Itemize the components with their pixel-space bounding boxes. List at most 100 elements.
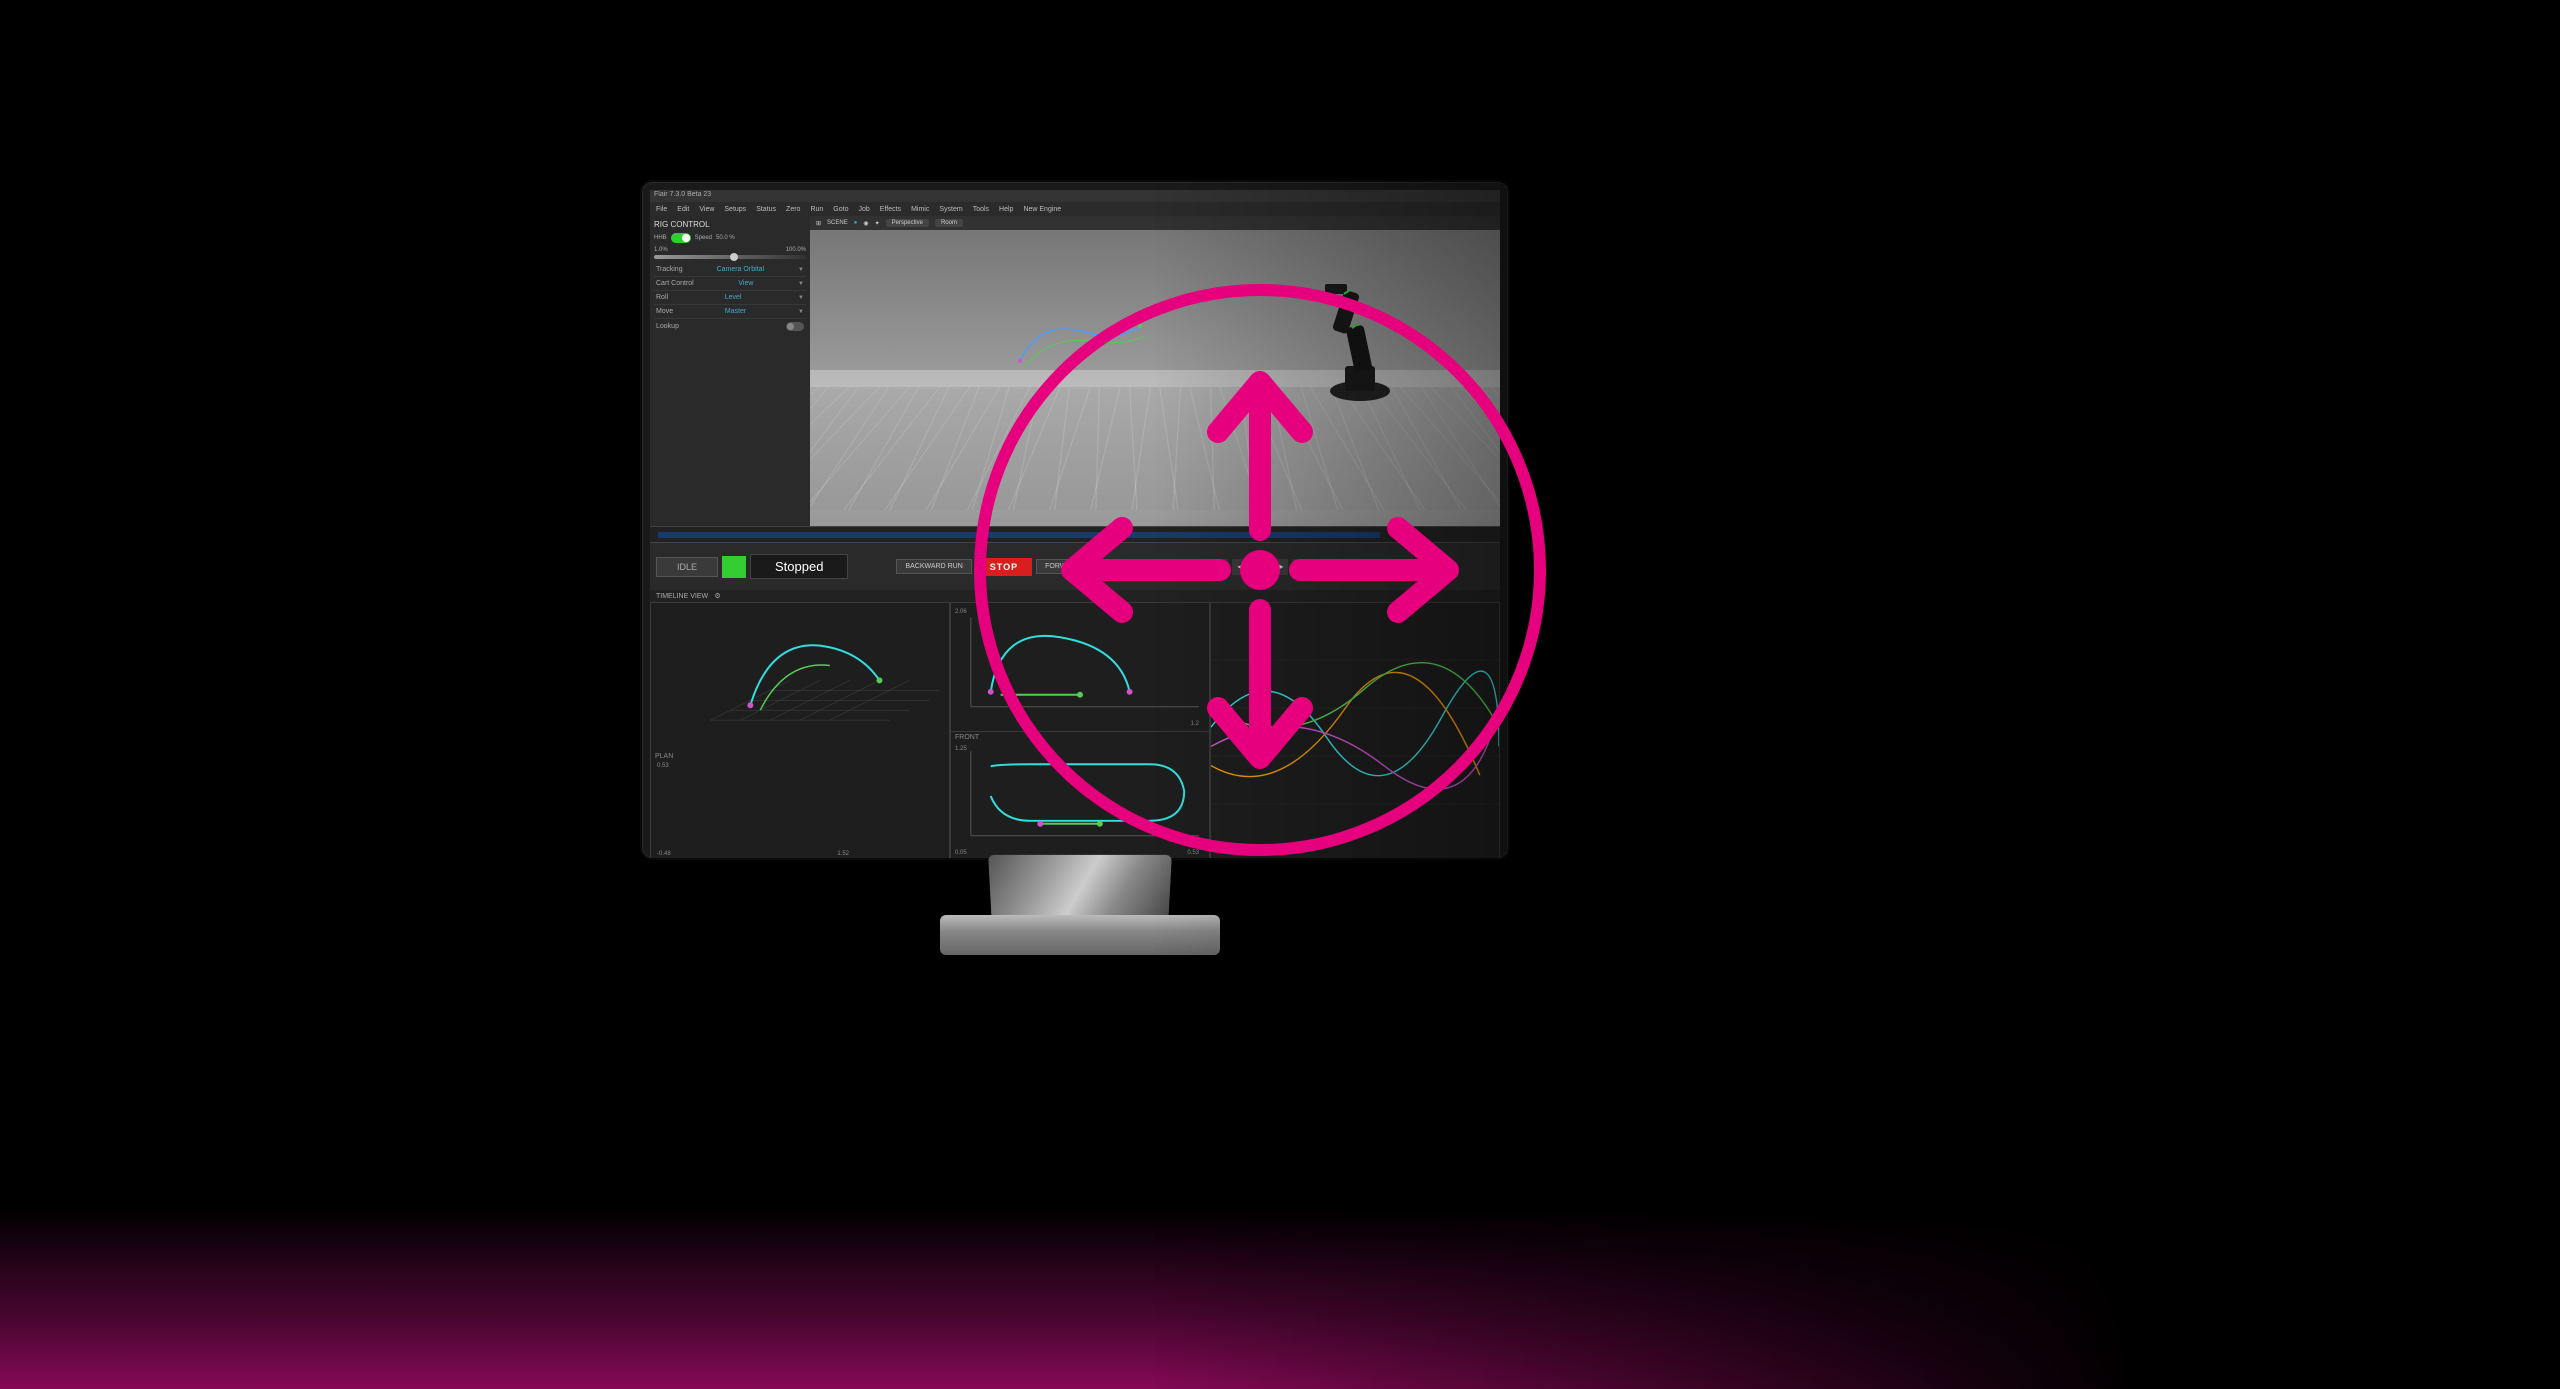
scene-label: SCENE [827, 220, 848, 226]
perspective-dropdown[interactable]: Perspective [886, 219, 929, 227]
monitor-stand [940, 855, 1220, 955]
side-curve-panels: 2.06 1.2 FRONT 1.25 [950, 602, 1210, 860]
menu-run[interactable]: Run [810, 206, 823, 213]
cart-control-row[interactable]: Cart Control View ▼ [654, 277, 806, 291]
prev-button[interactable]: ⏮ [1132, 559, 1148, 575]
page-bottom-gradient [0, 1209, 2560, 1389]
next-button[interactable]: ⏭ [1192, 559, 1208, 575]
backward-run-button[interactable]: BACKWARD RUN [896, 559, 971, 574]
play-icon[interactable]: ▶ [1252, 559, 1268, 575]
slider-thumb[interactable] [730, 253, 738, 261]
axis-p1-tl: 0.53 [657, 763, 669, 769]
rig-control-panel: RIG CONTROL HHB Speed 50.0 % 1.0% 100.0% [650, 216, 810, 526]
rig-control-title: RIG CONTROL [654, 220, 806, 229]
skip-back-icon[interactable]: ⏪ [1212, 559, 1228, 575]
menu-file[interactable]: File [656, 206, 667, 213]
top-curve-panel[interactable]: 2.06 1.2 [951, 603, 1209, 732]
menu-system[interactable]: System [939, 206, 962, 213]
3d-viewport[interactable]: ⊞ SCENE ● ◉ ✦ Perspective Room [810, 216, 1500, 526]
target-icon[interactable]: ✦ [875, 220, 880, 227]
menu-setups[interactable]: Setups [724, 206, 746, 213]
roll-label: Roll [656, 294, 668, 301]
speed-value: 50.0 % [716, 235, 735, 241]
monitor-screen: Flair 7.3.0 Beta 23 File Edit View Setup… [640, 180, 1510, 860]
axis-p2a-tl: 2.06 [955, 609, 967, 615]
menu-goto[interactable]: Goto [833, 206, 848, 213]
hhb-label: HHB [654, 235, 667, 241]
menu-status[interactable]: Status [756, 206, 776, 213]
slider-min: 1.0% [654, 247, 668, 253]
menu-job[interactable]: Job [858, 206, 869, 213]
axis-p1-bl: -0.48 [657, 851, 671, 857]
room-dropdown[interactable]: Room [935, 219, 963, 227]
speed-label: Speed [695, 235, 712, 241]
chevron-down-icon: ▼ [798, 295, 804, 301]
tracking-label: Tracking [656, 266, 683, 273]
menu-mimic[interactable]: Mimic [911, 206, 929, 213]
axis-p1-br: 1.52 [837, 851, 849, 857]
lt-badge[interactable]: LT [1108, 561, 1128, 572]
end-icon[interactable]: ⏭ [1312, 559, 1328, 575]
menu-tools[interactable]: Tools [973, 206, 989, 213]
axis-p2a-br: 1.2 [1191, 721, 1199, 727]
lookup-toggle[interactable] [786, 322, 804, 331]
menu-help[interactable]: Help [999, 206, 1013, 213]
mode-button[interactable]: SHRT [1152, 559, 1189, 574]
skip-fwd-icon[interactable]: ⏩ [1292, 559, 1308, 575]
grid-icon[interactable]: ⊞ [816, 220, 821, 227]
viewport-toolbar: ⊞ SCENE ● ◉ ✦ Perspective Room [810, 216, 1500, 230]
front-curve-panel[interactable]: FRONT 1.25 0.05 0.53 [951, 732, 1209, 860]
roll-row[interactable]: Roll Level ▼ [654, 291, 806, 305]
monitor-mockup: Flair 7.3.0 Beta 23 File Edit View Setup… [640, 180, 1520, 960]
menu-effects[interactable]: Effects [880, 206, 901, 213]
menu-zero[interactable]: Zero [786, 206, 800, 213]
move-value: Master [725, 308, 746, 315]
plan-label: PLAN [655, 753, 673, 760]
run-status: Stopped [750, 554, 848, 579]
sphere-icon[interactable]: ◉ [863, 220, 868, 227]
3d-curve-view [651, 603, 949, 758]
menu-new-engine[interactable]: New Engine [1023, 206, 1061, 213]
lookup-row: Lookup [654, 319, 806, 334]
slider-max: 100.0% [786, 247, 806, 253]
front-label: FRONT [955, 734, 979, 741]
chevron-down-icon: ▼ [798, 309, 804, 315]
step-fwd-icon[interactable]: ▶ [1272, 559, 1288, 575]
hhb-toggle[interactable] [671, 233, 691, 243]
curve-editor-section: PLAN 0.53 -0.48 1.52 [650, 602, 1500, 860]
timeline-track[interactable] [658, 532, 1380, 538]
camera-path-curve [1010, 311, 1160, 381]
gear-icon[interactable]: ⚙ [714, 593, 720, 600]
step-back-icon[interactable]: ◀ [1232, 559, 1248, 575]
idle-status: IDLE [656, 557, 718, 577]
move-row[interactable]: Move Master ▼ [654, 305, 806, 319]
timeline-view-label: TIMELINE VIEW [656, 593, 708, 600]
menu-edit[interactable]: Edit [677, 206, 689, 213]
record-icon[interactable]: ● [854, 220, 858, 226]
cart-control-label: Cart Control [656, 280, 694, 287]
forward-run-button[interactable]: FORWARD [1036, 559, 1090, 574]
move-label: Move [656, 308, 673, 315]
main-menu-bar: File Edit View Setups Status Zero Run Go… [650, 202, 1500, 216]
speed-slider-row: 1.0% 100.0% [654, 247, 806, 259]
menu-view[interactable]: View [699, 206, 714, 213]
timeline-view-header: TIMELINE VIEW ⚙ [650, 590, 1500, 602]
perspective-curve-panel[interactable]: PLAN 0.53 -0.48 1.52 [650, 602, 950, 860]
tracking-value: Camera Orbital [717, 266, 764, 273]
roll-value: Level [725, 294, 742, 301]
edit-icon[interactable]: ✎ [1366, 559, 1382, 575]
transport-bar: IDLE Stopped BACKWARD RUN STOP FORWARD L… [650, 542, 1500, 590]
speed-slider[interactable] [654, 255, 806, 259]
axis-p2b-tl: 1.25 [955, 746, 967, 752]
ready-indicator [722, 556, 746, 578]
app-title: Flair 7.3.0 Beta 23 [654, 191, 711, 198]
stop-button[interactable]: STOP [976, 558, 1032, 576]
main-workspace: RIG CONTROL HHB Speed 50.0 % 1.0% 100.0% [650, 216, 1500, 526]
graph-editor-panel[interactable] [1210, 602, 1500, 860]
tracking-row[interactable]: Tracking Camera Orbital ▼ [654, 263, 806, 277]
timeline-strip[interactable] [650, 526, 1500, 542]
lookup-label: Lookup [656, 323, 679, 330]
hhb-row: HHB Speed 50.0 % [654, 233, 806, 243]
frame-counter[interactable]: 100 [1332, 559, 1362, 574]
robot-arm-model [1300, 266, 1420, 406]
